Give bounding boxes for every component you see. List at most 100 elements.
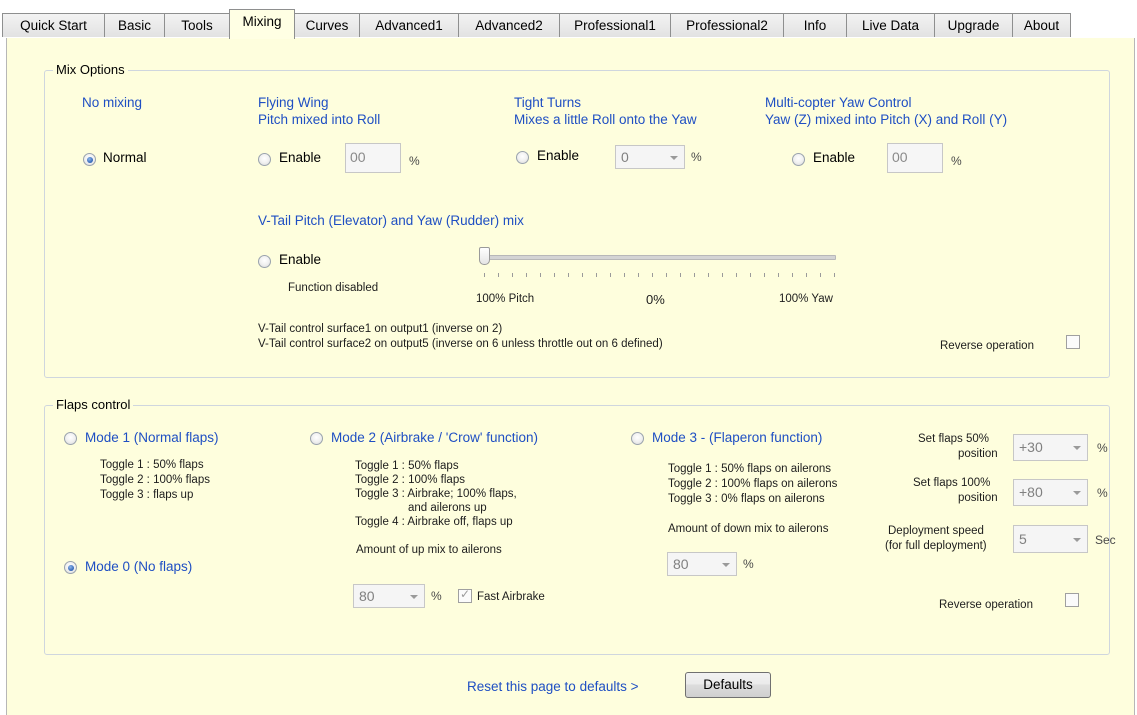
set100-value: +80 — [1019, 484, 1043, 500]
slider-tick — [498, 273, 499, 277]
mode3-amount-value: 80 — [673, 556, 689, 572]
chevron-down-icon — [670, 156, 678, 160]
slider-label-pitch: 100% Pitch — [476, 293, 535, 305]
slider-tick — [484, 273, 485, 277]
slider-tick — [554, 273, 555, 277]
tight-turns-enable-label: Enable — [537, 148, 580, 163]
tab-bar: Quick Start Basic Tools Mixing Curves Ad… — [0, 0, 1137, 39]
tab-upgrade[interactable]: Upgrade — [934, 13, 1013, 37]
vtail-status: Function disabled — [288, 282, 379, 294]
flying-wing-value: 00 — [350, 149, 366, 165]
tab-mixing[interactable]: Mixing — [229, 9, 295, 39]
chevron-down-icon — [722, 563, 730, 567]
vtail-enable-label: Enable — [279, 252, 322, 267]
flying-wing-enable-radio[interactable] — [258, 153, 271, 166]
chevron-down-icon — [410, 595, 418, 599]
tab-curves[interactable]: Curves — [294, 13, 360, 37]
vtail-reverse-checkbox[interactable] — [1066, 335, 1080, 349]
vtail-note-2: V-Tail control surface2 on output5 (inve… — [258, 338, 663, 350]
mode0-label: Mode 0 (No flaps) — [85, 559, 193, 574]
tab-advanced2[interactable]: Advanced2 — [458, 13, 560, 37]
flaps-reverse-label: Reverse operation — [939, 599, 1033, 611]
set100-percent: % — [1097, 486, 1108, 500]
slider-tick — [694, 273, 695, 277]
chevron-down-icon — [1073, 538, 1081, 542]
mode3-toggle-2: Toggle 2 : 100% flaps on ailerons — [668, 478, 838, 490]
mode1-radio[interactable] — [64, 432, 77, 445]
slider-tick — [736, 273, 737, 277]
flying-wing-subheader: Pitch mixed into Roll — [258, 112, 381, 127]
reset-text: Reset this page to defaults > — [467, 679, 639, 694]
tab-advanced1[interactable]: Advanced1 — [359, 13, 459, 37]
slider-thumb[interactable] — [479, 247, 490, 265]
tab-about[interactable]: About — [1012, 13, 1071, 37]
tight-turns-percent: % — [691, 150, 702, 164]
flying-wing-header: Flying Wing — [258, 95, 329, 110]
vtail-header: V-Tail Pitch (Elevator) and Yaw (Rudder)… — [258, 213, 524, 228]
set100-combo[interactable]: +80 — [1013, 479, 1088, 506]
slider-tick — [540, 273, 541, 277]
tab-basic[interactable]: Basic — [104, 13, 165, 37]
set50-combo[interactable]: +30 — [1013, 434, 1088, 461]
tab-tools[interactable]: Tools — [164, 13, 230, 37]
slider-tick — [526, 273, 527, 277]
tab-professional2[interactable]: Professional2 — [670, 13, 784, 37]
fast-airbrake-checkbox[interactable] — [458, 587, 472, 603]
mode2-amount-value: 80 — [359, 588, 375, 604]
mode1-toggle-1: Toggle 1 : 50% flaps — [100, 459, 204, 471]
slider-tick — [680, 273, 681, 277]
flaps-reverse-checkbox[interactable] — [1065, 593, 1079, 607]
mode2-amount-label: Amount of up mix to ailerons — [356, 544, 502, 556]
slider-tick — [652, 273, 653, 277]
defaults-button[interactable]: Defaults — [685, 672, 771, 698]
slider-tick — [778, 273, 779, 277]
mode1-toggle-2: Toggle 2 : 100% flaps — [100, 474, 210, 486]
normal-radio[interactable] — [83, 153, 96, 166]
slider-tick — [820, 273, 821, 277]
mix-options-title: Mix Options — [53, 62, 128, 77]
tab-quick-start[interactable]: Quick Start — [2, 13, 105, 37]
tight-turns-combo[interactable]: 0 — [615, 145, 685, 169]
mode1-label: Mode 1 (Normal flaps) — [85, 430, 219, 445]
mode3-toggle-3: Toggle 3 : 0% flaps on ailerons — [668, 493, 825, 505]
tight-turns-enable-radio[interactable] — [516, 151, 529, 164]
mode2-amount-combo[interactable]: 80 — [353, 584, 425, 608]
set50-label-1: Set flaps 50% — [918, 433, 989, 445]
mode2-label: Mode 2 (Airbrake / 'Crow' function) — [331, 430, 538, 445]
slider-tick — [792, 273, 793, 277]
slider-tick — [750, 273, 751, 277]
vtail-enable-radio[interactable] — [258, 255, 271, 268]
mode2-percent: % — [431, 589, 442, 603]
tab-professional1[interactable]: Professional1 — [559, 13, 671, 37]
flaps-control-title: Flaps control — [53, 397, 134, 412]
tab-live-data[interactable]: Live Data — [846, 13, 935, 37]
mode2-toggle-2: Toggle 2 : 100% flaps — [355, 474, 465, 486]
slider-ticks — [480, 273, 840, 279]
multicopter-value-field[interactable]: 00 — [887, 143, 943, 173]
mode3-percent: % — [743, 557, 754, 571]
flying-wing-value-field[interactable]: 00 — [345, 143, 401, 173]
vtail-reverse-label: Reverse operation — [940, 340, 1034, 352]
mode3-amount-combo[interactable]: 80 — [667, 552, 737, 576]
deploy-label-2: (for full deployment) — [885, 540, 987, 552]
mode3-toggle-1: Toggle 1 : 50% flaps on ailerons — [668, 463, 832, 475]
mode1-toggle-3: Toggle 3 : flaps up — [100, 489, 194, 501]
slider-tick — [596, 273, 597, 277]
mode2-radio[interactable] — [310, 432, 323, 445]
mode3-radio[interactable] — [631, 432, 644, 445]
vtail-slider[interactable] — [479, 246, 840, 286]
tab-info[interactable]: Info — [783, 13, 847, 37]
mode3-amount-label: Amount of down mix to ailerons — [668, 523, 829, 535]
mode3-label: Mode 3 - (Flaperon function) — [652, 430, 823, 445]
deploy-unit: Sec — [1095, 533, 1116, 547]
vtail-note-1: V-Tail control surface1 on output1 (inve… — [258, 323, 503, 335]
mode2-toggle-4: Toggle 4 : Airbrake off, flaps up — [355, 516, 513, 528]
multicopter-header: Multi-copter Yaw Control — [765, 95, 912, 110]
deploy-combo[interactable]: 5 — [1013, 525, 1088, 553]
multicopter-enable-radio[interactable] — [792, 153, 805, 166]
slider-tick — [806, 273, 807, 277]
mode0-radio[interactable] — [64, 561, 77, 574]
normal-label: Normal — [103, 150, 147, 165]
tight-turns-value: 0 — [621, 149, 629, 165]
mode2-toggle-3: Toggle 3 : Airbrake; 100% flaps, — [355, 488, 517, 500]
